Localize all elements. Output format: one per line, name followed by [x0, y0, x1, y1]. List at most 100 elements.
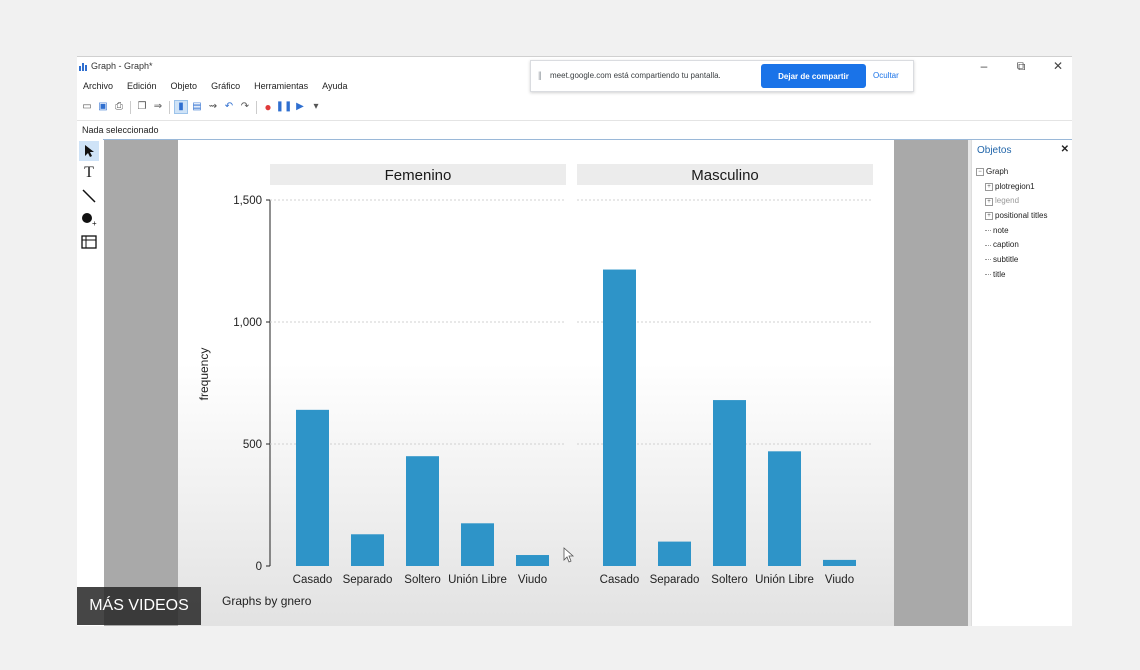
object-tree-item[interactable]: caption: [976, 238, 1047, 253]
print-icon[interactable]: ⎙: [113, 101, 125, 113]
stata-graph-window: Graph - Graph* – ⧉ ✕ Archivo Edición Obj…: [77, 56, 1072, 626]
selection-status-row: Nada seleccionado: [77, 120, 1072, 140]
toolbar-divider: [169, 100, 170, 114]
record-icon[interactable]: ●: [262, 101, 274, 113]
redo-icon[interactable]: ↷: [239, 101, 251, 113]
undo-icon[interactable]: ↶: [223, 101, 235, 113]
bar-chart: frequency 0 500 1,000 1,500 Femenino Casado Sep…: [178, 140, 894, 626]
y-tick-label: 500: [243, 439, 262, 451]
x-tick-label: Separado: [650, 574, 700, 586]
menu-edicion[interactable]: Edición: [127, 81, 157, 95]
menu-bar: Archivo Edición Objeto Gráfico Herramien…: [83, 81, 347, 95]
menu-archivo[interactable]: Archivo: [83, 81, 113, 95]
toolbar-divider: [256, 100, 257, 114]
bar: [351, 534, 384, 566]
object-tree: − Graph + plotregion1 + legend + positional tit…: [976, 165, 1047, 283]
line-tool-icon[interactable]: [79, 186, 99, 206]
svg-text:+: +: [92, 219, 97, 227]
marker-tool-icon[interactable]: +: [79, 209, 99, 229]
x-tick-label: Unión Libre: [448, 574, 507, 586]
expand-toggle-icon[interactable]: −: [976, 168, 984, 177]
grid-tool-icon[interactable]: [79, 232, 99, 252]
open-icon[interactable]: ▭: [81, 101, 93, 113]
graph-editor-icon[interactable]: ▮: [174, 100, 188, 114]
object-tree-label: caption: [993, 240, 1019, 250]
pointer-icon[interactable]: ⇝: [207, 101, 219, 113]
object-tree-item[interactable]: + legend: [976, 194, 1047, 209]
hide-banner-button[interactable]: Ocultar: [873, 71, 899, 80]
tree-connector: [985, 230, 991, 232]
restore-icon[interactable]: ⧉: [1012, 59, 1030, 74]
y-tick-label: 0: [256, 561, 262, 573]
object-tree-label: plotregion1: [995, 181, 1035, 191]
x-tick-label: Soltero: [404, 574, 440, 586]
x-tick-label: Unión Libre: [755, 574, 814, 586]
object-tree-item[interactable]: title: [976, 268, 1047, 283]
x-tick-label: Soltero: [711, 574, 747, 586]
menu-ayuda[interactable]: Ayuda: [322, 81, 347, 95]
object-tree-item[interactable]: + plotregion1: [976, 180, 1047, 195]
text-tool-icon[interactable]: T: [79, 163, 99, 183]
panel-title: Femenino: [385, 167, 452, 184]
save-icon[interactable]: ▣: [97, 101, 109, 113]
close-icon[interactable]: ✕: [1061, 144, 1069, 155]
y-axis-label: frequency: [197, 348, 211, 401]
rename-icon[interactable]: ⇒: [152, 101, 164, 113]
expand-toggle-icon[interactable]: +: [985, 183, 993, 192]
bar: [658, 541, 691, 566]
share-message: meet.google.com está compartiendo tu pan…: [550, 71, 721, 80]
stop-sharing-button[interactable]: Dejar de compartir: [761, 64, 866, 88]
tools-palette: T +: [77, 139, 103, 626]
window-title: Graph - Graph*: [91, 61, 153, 71]
tree-connector: [985, 259, 991, 261]
tree-connector: [985, 244, 991, 247]
x-tick-label: Casado: [293, 574, 333, 586]
pointer-tool-icon[interactable]: [79, 141, 99, 161]
selection-status: Nada seleccionado: [82, 125, 159, 135]
y-tick-label: 1,500: [233, 195, 262, 207]
menu-objeto[interactable]: Objeto: [171, 81, 198, 95]
x-tick-label: Separado: [343, 574, 393, 586]
object-tree-label: subtitle: [993, 255, 1019, 265]
objects-panel-title: Objetos: [977, 145, 1012, 156]
object-tree-item[interactable]: subtitle: [976, 253, 1047, 268]
toolbar: ▭ ▣ ⎙ ❐ ⇒ ▮ ▤ ⇝ ↶ ↷ ● ❚❚ ▶ ▾: [81, 99, 322, 115]
graph-note: Graphs by gnero: [222, 594, 312, 608]
y-tick-label: 1,000: [233, 317, 262, 329]
minimize-icon[interactable]: –: [975, 59, 993, 73]
pause-icon[interactable]: ❚❚: [276, 101, 293, 113]
data-icon[interactable]: ▤: [191, 101, 203, 113]
copy-icon[interactable]: ❐: [136, 101, 148, 113]
play-icon[interactable]: ▶: [294, 101, 306, 113]
menu-herramientas[interactable]: Herramientas: [254, 81, 308, 95]
dropdown-icon[interactable]: ▾: [310, 101, 322, 113]
expand-toggle-icon[interactable]: +: [985, 197, 993, 206]
panel-title: Masculino: [691, 167, 759, 184]
more-videos-button[interactable]: MÁS VIDEOS: [77, 587, 201, 625]
screen-share-banner: || meet.google.com está compartiendo tu …: [530, 60, 914, 92]
x-tick-label: Casado: [600, 574, 640, 586]
menu-grafico[interactable]: Gráfico: [211, 81, 240, 95]
toolbar-divider: [130, 100, 131, 114]
bar: [516, 555, 549, 566]
x-tick-label: Viudo: [518, 574, 547, 586]
object-tree-item[interactable]: − Graph: [976, 165, 1047, 180]
x-tick-label: Viudo: [825, 574, 854, 586]
object-tree-label: title: [993, 269, 1006, 279]
graph-app-icon: [79, 62, 89, 71]
close-icon[interactable]: ✕: [1049, 59, 1067, 73]
graph-area[interactable]: frequency 0 500 1,000 1,500 Femenino Casado Sep…: [178, 140, 894, 626]
bar: [461, 523, 494, 566]
bar: [603, 269, 636, 566]
tree-connector: [985, 274, 991, 276]
bar: [823, 559, 856, 566]
expand-toggle-icon[interactable]: +: [985, 212, 993, 221]
object-tree-label: legend: [995, 196, 1020, 206]
object-tree-item[interactable]: + positional titles: [976, 209, 1047, 224]
object-tree-item[interactable]: note: [976, 224, 1047, 239]
object-tree-label: note: [993, 225, 1009, 235]
drag-handle-icon[interactable]: ||: [538, 70, 542, 80]
object-tree-label: positional titles: [995, 211, 1048, 221]
bar: [296, 409, 329, 566]
bar: [713, 400, 746, 566]
